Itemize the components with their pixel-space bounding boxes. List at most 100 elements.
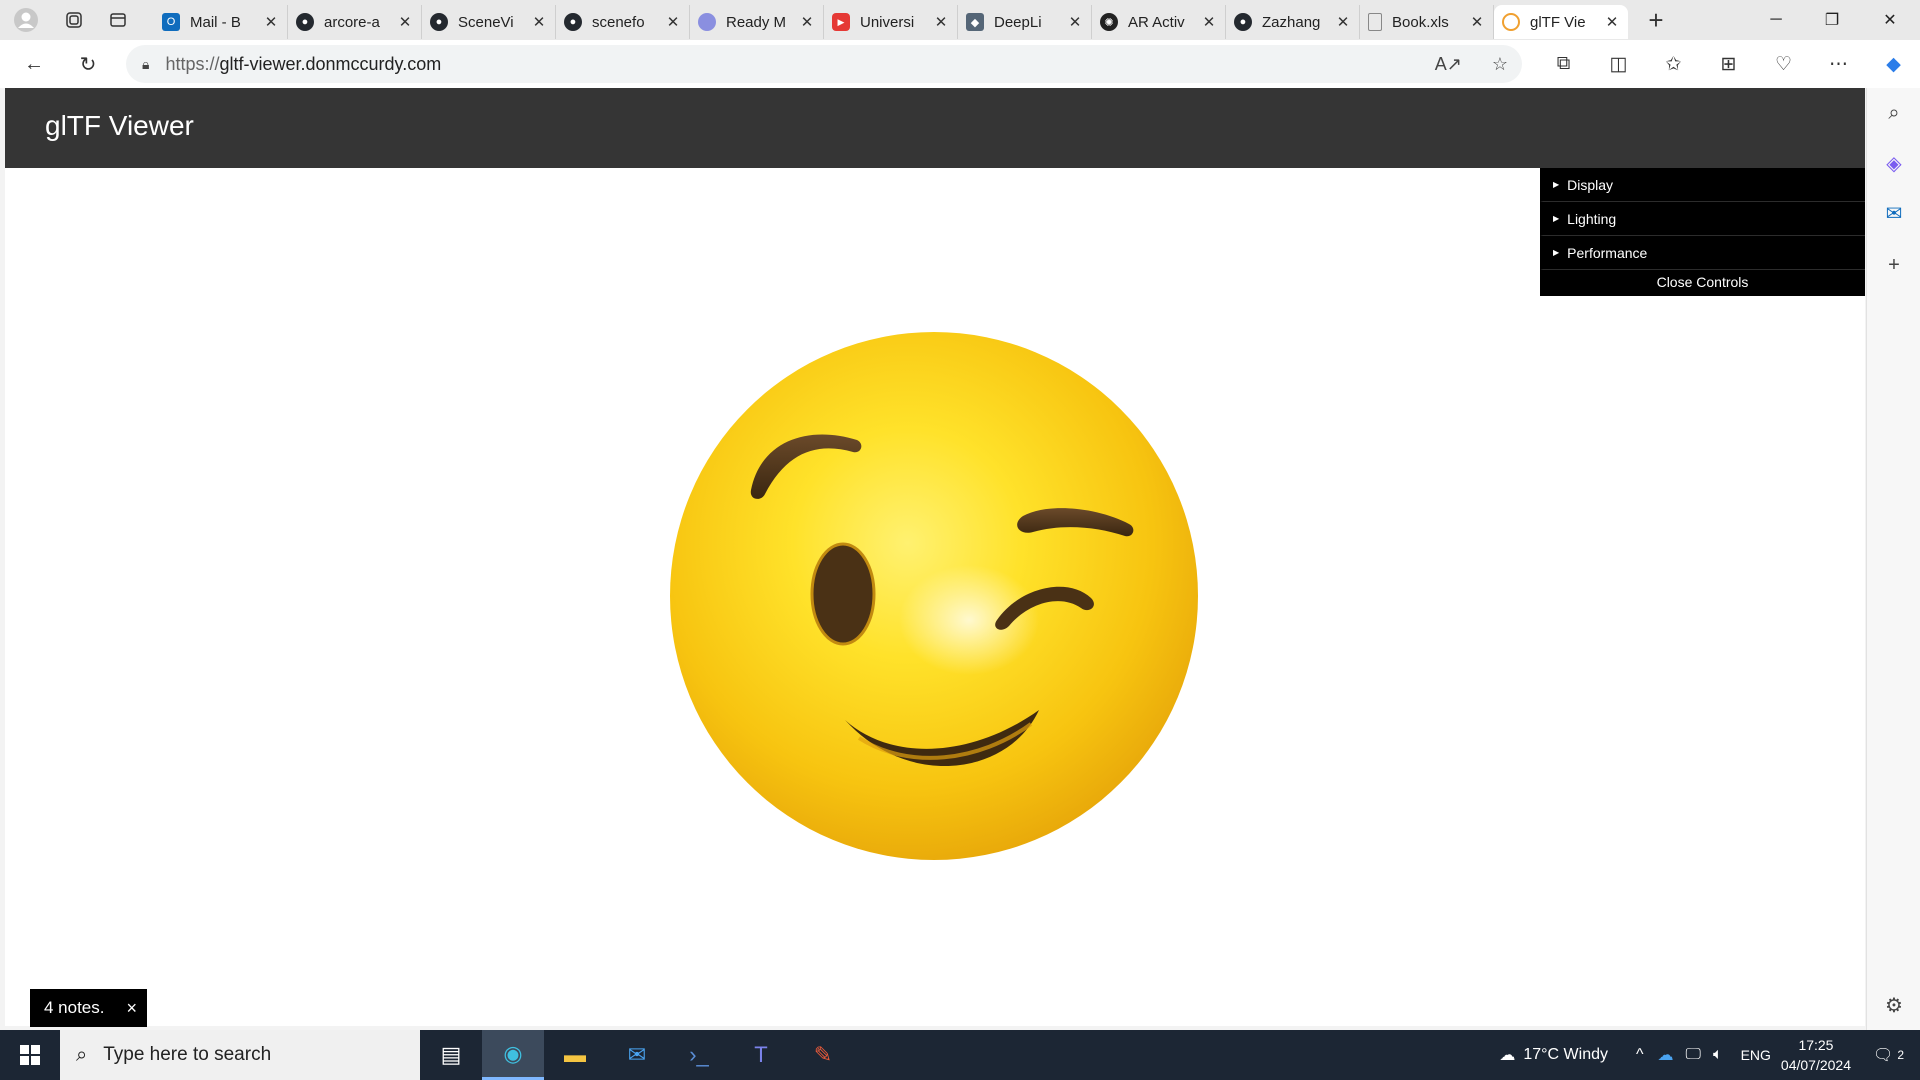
notes-toast: 4 notes. × — [30, 989, 147, 1027]
tab-label: arcore-a — [324, 13, 380, 31]
search-icon: ⌕ — [76, 1043, 88, 1066]
tab-readyplayerme[interactable]: Ready M ✕ — [690, 5, 824, 39]
weather-icon[interactable]: ☁ — [1499, 1045, 1515, 1065]
read-aloud-icon[interactable]: A↗ — [1435, 54, 1462, 75]
face-highlight — [899, 565, 1039, 675]
new-tab-button[interactable]: + — [1634, 0, 1678, 40]
outlook-icon: O — [162, 13, 180, 31]
collections-icon[interactable]: ⊞ — [1701, 53, 1756, 76]
notes-label: 4 notes. — [44, 998, 105, 1017]
folder-label: Display — [1567, 176, 1614, 193]
tab-label: DeepLi — [994, 13, 1042, 31]
teams-icon[interactable]: T — [730, 1030, 792, 1080]
profile-icon[interactable] — [0, 0, 52, 40]
browser-tab-bar: O Mail - B ✕ ● arcore-a ✕ ● SceneVi ✕ ● … — [0, 0, 1920, 40]
close-icon[interactable]: ✕ — [1469, 13, 1485, 31]
close-icon[interactable]: ✕ — [397, 13, 413, 31]
close-icon[interactable]: ✕ — [1067, 13, 1083, 31]
openai-icon: ✺ — [1100, 13, 1118, 31]
gltf-icon — [1502, 13, 1520, 31]
tab-mail[interactable]: O Mail - B ✕ — [154, 5, 288, 39]
back-button[interactable]: ← — [12, 44, 56, 84]
system-tray: ☁ 17°C Windy ^ ☁ 🖵︎ 🔈︎ ENG 17:25 04/07/2… — [1499, 1030, 1920, 1080]
tab-label: AR Activ — [1128, 13, 1185, 31]
tab-sceneform[interactable]: ● scenefo ✕ — [556, 5, 690, 39]
favorites-icon[interactable]: ✩ — [1646, 53, 1701, 76]
winking-face-model[interactable] — [669, 330, 1199, 867]
sidebar-settings-icon[interactable]: ⚙ — [1867, 980, 1920, 1030]
network-icon[interactable]: 🖵︎ — [1686, 1046, 1701, 1064]
folder-lighting[interactable]: ▶ Lighting — [1540, 202, 1865, 236]
url-host: gltf-viewer.donmccurdy.com — [219, 53, 442, 74]
deeplearning-icon: ◆ — [966, 13, 984, 31]
windows-taskbar: ⌕ Type here to search ▤ ◉ ▬ ✉ ›_ T ✎ ☁ 1… — [0, 1030, 1920, 1080]
expand-triangle-icon: ▶ — [1553, 248, 1560, 257]
page-title[interactable]: glTF Viewer — [45, 110, 194, 142]
folder-performance[interactable]: ▶ Performance — [1540, 236, 1865, 270]
tab-label: Book.xls — [1392, 13, 1449, 31]
close-icon[interactable]: ✕ — [933, 13, 949, 31]
file-explorer-icon[interactable]: ▬ — [544, 1030, 606, 1080]
edge-app-icon[interactable]: ◉ — [482, 1030, 544, 1080]
close-icon[interactable]: ✕ — [531, 13, 547, 31]
tab-actions-icon[interactable] — [96, 0, 140, 40]
paint-app-icon[interactable]: ✎ — [792, 1030, 854, 1080]
edge-sidebar: ⌕ ◈ ✉ + ⚙ — [1866, 88, 1920, 1030]
tab-arcore[interactable]: ● arcore-a ✕ — [288, 5, 422, 39]
close-icon[interactable]: ✕ — [1201, 13, 1217, 31]
powershell-icon[interactable]: ›_ — [668, 1030, 730, 1080]
language-indicator[interactable]: ENG — [1741, 1047, 1771, 1063]
tab-ar-activity[interactable]: ✺ AR Activ ✕ — [1092, 5, 1226, 39]
browser-essentials-icon[interactable]: ♡ — [1756, 53, 1811, 76]
close-icon[interactable]: ✕ — [1335, 13, 1351, 31]
weather-text[interactable]: 17°C Windy — [1523, 1046, 1608, 1064]
task-view-icon[interactable]: ▤ — [420, 1030, 482, 1080]
tab-gltf-viewer[interactable]: glTF Vie ✕ — [1494, 5, 1628, 39]
tab-book[interactable]: Book.xls ✕ — [1360, 5, 1494, 39]
search-placeholder: Type here to search — [103, 1044, 272, 1065]
copilot-sidebar-icon[interactable]: ◈ — [1867, 138, 1920, 188]
tab-deeplearning[interactable]: ◆ DeepLi ✕ — [958, 5, 1092, 39]
favorite-star-icon[interactable]: ☆ — [1492, 54, 1508, 75]
close-icon[interactable]: ✕ — [263, 13, 279, 31]
onedrive-icon[interactable]: ☁ — [1658, 1045, 1674, 1065]
tab-label: Ready M — [726, 13, 787, 31]
close-controls-button[interactable]: Close Controls — [1540, 270, 1865, 296]
workspaces-icon[interactable] — [52, 0, 96, 40]
folder-display[interactable]: ▶ Display — [1540, 168, 1865, 202]
tab-sceneview[interactable]: ● SceneVi ✕ — [422, 5, 556, 39]
chevron-up-icon[interactable]: ^ — [1636, 1046, 1644, 1064]
search-icon[interactable]: ⌕ — [1867, 88, 1920, 138]
tab-zazhang[interactable]: ● Zazhang ✕ — [1226, 5, 1360, 39]
folder-label: Lighting — [1567, 210, 1617, 227]
taskbar-search-box[interactable]: ⌕ Type here to search — [60, 1030, 420, 1080]
notes-close-button[interactable]: × — [127, 998, 138, 1019]
extensions-icon[interactable]: ⧉ — [1536, 53, 1591, 75]
expand-triangle-icon: ▶ — [1553, 214, 1560, 223]
refresh-button[interactable]: ↻ — [66, 44, 110, 84]
windows-start-icon[interactable] — [0, 1030, 60, 1080]
close-icon[interactable]: ✕ — [1604, 13, 1620, 31]
clock[interactable]: 17:25 04/07/2024 — [1781, 1035, 1851, 1075]
split-screen-icon[interactable]: ◫ — [1591, 53, 1646, 76]
minimize-button[interactable]: ─ — [1748, 0, 1804, 40]
volume-icon[interactable]: 🔈︎ — [1713, 1046, 1723, 1064]
close-icon[interactable]: ✕ — [799, 13, 815, 31]
address-bar[interactable]: 🔒︎ https:// gltf-viewer.donmccurdy.com A… — [126, 45, 1522, 83]
lock-icon[interactable]: 🔒︎ — [142, 56, 149, 73]
address-toolbar: ← ↻ 🔒︎ https:// gltf-viewer.donmccurdy.c… — [0, 40, 1920, 88]
tab-youtube[interactable]: ▶ Universi ✕ — [824, 5, 958, 39]
close-window-button[interactable]: ✕ — [1862, 0, 1918, 40]
restore-button[interactable]: ❐ — [1804, 0, 1860, 40]
copilot-icon[interactable]: ◆ — [1866, 53, 1920, 76]
notifications-icon[interactable]: 🗨︎ — [1873, 1045, 1893, 1065]
mail-app-icon[interactable]: ✉ — [606, 1030, 668, 1080]
more-menu-icon[interactable]: ⋯ — [1811, 53, 1866, 76]
github-icon: ● — [296, 13, 314, 31]
tab-label: Mail - B — [190, 13, 241, 31]
add-sidebar-app-icon[interactable]: + — [1867, 240, 1920, 290]
close-icon[interactable]: ✕ — [665, 13, 681, 31]
outlook-icon[interactable]: ✉ — [1867, 188, 1920, 238]
notification-count: 2 — [1897, 1048, 1904, 1062]
github-icon: ● — [564, 13, 582, 31]
